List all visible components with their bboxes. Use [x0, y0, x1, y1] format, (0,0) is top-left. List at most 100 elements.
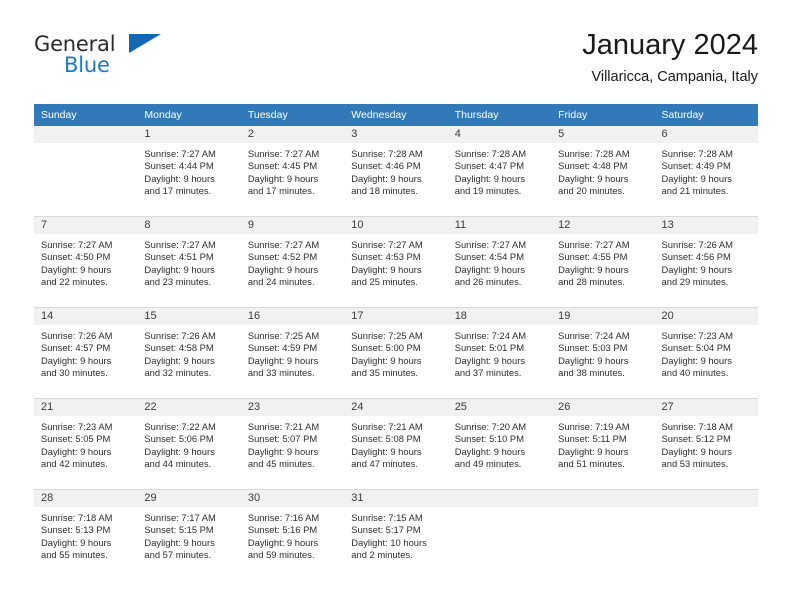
day-info-daylight1: Daylight: 9 hours	[558, 263, 629, 275]
day-info-daylight2: and 17 minutes.	[144, 185, 212, 197]
calendar-cell: 2 Sunrise: 7:27 AM Sunset: 4:45 PM Daylight…	[240, 126, 345, 217]
day-cell[interactable]: 9 Sunrise: 7:27 AM Sunset: 4:52 PM Daylight…	[240, 217, 345, 307]
day-info-daylight2: and 35 minutes.	[351, 367, 418, 379]
day-info: Sunrise: 7:27 AM Sunset: 4:50 PM Daylight:…	[34, 234, 137, 289]
day-info-daylight2: and 23 minutes.	[144, 276, 212, 288]
weekday-header-thursday: Thursday	[447, 104, 552, 126]
day-info: Sunrise: 7:21 AM Sunset: 5:07 PM Daylight:…	[241, 416, 344, 471]
day-cell[interactable]: 13 Sunrise: 7:26 AM Sunset: 4:56 PM Dayligh…	[654, 217, 758, 307]
day-number: 5	[551, 126, 655, 143]
calendar-cell: 29 Sunrise: 7:17 AM Sunset: 5:15 PM Dayligh…	[137, 489, 241, 580]
day-cell[interactable]: 26 Sunrise: 7:19 AM Sunset: 5:11 PM Dayligh…	[551, 399, 655, 489]
day-info: Sunrise: 7:17 AM Sunset: 5:15 PM Daylight:…	[137, 507, 240, 562]
day-number: 7	[34, 217, 138, 234]
day-info-sunrise: Sunrise: 7:28 AM	[351, 148, 423, 159]
day-number	[447, 490, 552, 507]
day-info: Sunrise: 7:27 AM Sunset: 4:53 PM Daylight:…	[344, 234, 447, 289]
day-info-daylight2: and 24 minutes.	[247, 276, 315, 288]
general-blue-logo[interactable]: General Blue	[34, 32, 164, 84]
day-info-sunrise: Sunrise: 7:15 AM	[351, 512, 423, 523]
day-cell[interactable]: 20 Sunrise: 7:23 AM Sunset: 5:04 PM Dayligh…	[654, 308, 758, 398]
day-cell[interactable]: 15 Sunrise: 7:26 AM Sunset: 4:58 PM Dayligh…	[137, 308, 241, 398]
day-info-sunrise: Sunrise: 7:27 AM	[247, 148, 320, 159]
day-info: Sunrise: 7:28 AM Sunset: 4:49 PM Daylight:…	[655, 143, 758, 198]
day-cell[interactable]: 12 Sunrise: 7:27 AM Sunset: 4:55 PM Dayligh…	[551, 217, 655, 307]
calendar-cell: 12 Sunrise: 7:27 AM Sunset: 4:55 PM Dayligh…	[551, 216, 655, 308]
day-cell[interactable]: 18 Sunrise: 7:24 AM Sunset: 5:01 PM Dayligh…	[447, 308, 552, 398]
day-cell[interactable]: 5 Sunrise: 7:28 AM Sunset: 4:48 PM Daylight…	[551, 126, 655, 216]
day-info-daylight2: and 33 minutes.	[247, 367, 315, 379]
weekday-header-wednesday: Wednesday	[344, 104, 448, 126]
day-cell[interactable]: 24 Sunrise: 7:21 AM Sunset: 5:08 PM Dayligh…	[344, 399, 448, 489]
day-info-sunset: Sunset: 4:54 PM	[454, 251, 524, 263]
day-cell[interactable]: 17 Sunrise: 7:25 AM Sunset: 5:00 PM Dayligh…	[344, 308, 448, 398]
title-block: January 2024 Villaricca, Campania, Italy	[582, 28, 758, 88]
day-info-sunset: Sunset: 4:44 PM	[144, 160, 214, 172]
day-info-daylight1: Daylight: 9 hours	[144, 536, 215, 548]
day-cell[interactable]: 19 Sunrise: 7:24 AM Sunset: 5:03 PM Dayligh…	[551, 308, 655, 398]
day-cell[interactable]: 1 Sunrise: 7:27 AM Sunset: 4:44 PM Daylight…	[137, 126, 241, 216]
day-info-sunset: Sunset: 5:12 PM	[661, 433, 731, 445]
day-info-daylight1: Daylight: 9 hours	[41, 263, 112, 275]
day-info-daylight1: Daylight: 9 hours	[144, 354, 215, 366]
day-info-daylight1: Daylight: 9 hours	[558, 354, 629, 366]
day-info-sunrise: Sunrise: 7:27 AM	[558, 239, 630, 250]
day-number: 1	[137, 126, 241, 143]
day-info-sunrise: Sunrise: 7:28 AM	[454, 148, 527, 159]
day-info-sunset: Sunset: 4:45 PM	[247, 160, 318, 172]
day-info-sunset: Sunset: 5:01 PM	[454, 342, 524, 354]
day-cell[interactable]: 28 Sunrise: 7:18 AM Sunset: 5:13 PM Dayligh…	[34, 490, 138, 580]
day-info: Sunrise: 7:27 AM Sunset: 4:55 PM Daylight:…	[551, 234, 654, 289]
day-info-sunset: Sunset: 5:04 PM	[661, 342, 731, 354]
day-info: Sunrise: 7:24 AM Sunset: 5:01 PM Daylight:…	[448, 325, 551, 380]
day-info-daylight1: Daylight: 9 hours	[661, 445, 732, 457]
day-info-sunset: Sunset: 4:55 PM	[558, 251, 628, 263]
day-cell[interactable]: 23 Sunrise: 7:21 AM Sunset: 5:07 PM Dayligh…	[240, 399, 345, 489]
day-cell[interactable]: 2 Sunrise: 7:27 AM Sunset: 4:45 PM Daylight…	[240, 126, 345, 216]
day-cell[interactable]: 31 Sunrise: 7:15 AM Sunset: 5:17 PM Dayligh…	[344, 490, 448, 580]
calendar-header-row: Sunday Monday Tuesday Wednesday Thursday Frid…	[34, 104, 758, 126]
day-cell[interactable]: 22 Sunrise: 7:22 AM Sunset: 5:06 PM Dayligh…	[137, 399, 241, 489]
day-cell[interactable]: 8 Sunrise: 7:27 AM Sunset: 4:51 PM Daylight…	[137, 217, 241, 307]
day-info-daylight2: and 47 minutes.	[351, 458, 418, 470]
day-info-sunrise: Sunrise: 7:23 AM	[41, 421, 113, 432]
day-info-daylight2: and 28 minutes.	[558, 276, 625, 288]
day-info-daylight1: Daylight: 9 hours	[351, 445, 422, 457]
day-info-daylight2: and 2 minutes.	[351, 549, 413, 561]
day-info-daylight2: and 32 minutes.	[144, 367, 212, 379]
day-cell[interactable]: 3 Sunrise: 7:28 AM Sunset: 4:46 PM Daylight…	[344, 126, 448, 216]
day-number: 3	[344, 126, 448, 143]
calendar-cell: 26 Sunrise: 7:19 AM Sunset: 5:11 PM Dayligh…	[551, 398, 655, 490]
day-cell[interactable]: 29 Sunrise: 7:17 AM Sunset: 5:15 PM Dayligh…	[137, 490, 241, 580]
day-info: Sunrise: 7:27 AM Sunset: 4:51 PM Daylight:…	[137, 234, 240, 289]
day-info-sunrise: Sunrise: 7:28 AM	[558, 148, 630, 159]
day-cell[interactable]: 7 Sunrise: 7:27 AM Sunset: 4:50 PM Daylight…	[34, 217, 138, 307]
day-cell[interactable]: 30 Sunrise: 7:16 AM Sunset: 5:16 PM Dayligh…	[240, 490, 345, 580]
day-cell[interactable]: 16 Sunrise: 7:25 AM Sunset: 4:59 PM Dayligh…	[240, 308, 345, 398]
weekday-header-monday: Monday	[137, 104, 241, 126]
day-cell[interactable]: 10 Sunrise: 7:27 AM Sunset: 4:53 PM Dayligh…	[344, 217, 448, 307]
day-number: 2	[240, 126, 345, 143]
day-cell[interactable]: 6 Sunrise: 7:28 AM Sunset: 4:49 PM Daylight…	[654, 126, 758, 216]
day-number: 16	[240, 308, 345, 325]
calendar-cell: 14 Sunrise: 7:26 AM Sunset: 4:57 PM Dayligh…	[34, 307, 138, 399]
day-number: 24	[344, 399, 448, 416]
day-number: 26	[551, 399, 655, 416]
day-info: Sunrise: 7:27 AM Sunset: 4:52 PM Daylight:…	[241, 234, 344, 289]
day-cell[interactable]: 14 Sunrise: 7:26 AM Sunset: 4:57 PM Dayligh…	[34, 308, 138, 398]
day-number: 12	[551, 217, 655, 234]
day-info: Sunrise: 7:26 AM Sunset: 4:58 PM Daylight:…	[137, 325, 240, 380]
day-info: Sunrise: 7:25 AM Sunset: 5:00 PM Daylight:…	[344, 325, 447, 380]
day-info-sunset: Sunset: 5:17 PM	[351, 524, 421, 536]
day-info-daylight2: and 40 minutes.	[661, 367, 729, 379]
day-cell[interactable]: 21 Sunrise: 7:23 AM Sunset: 5:05 PM Dayligh…	[34, 399, 138, 489]
day-info-daylight2: and 51 minutes.	[558, 458, 625, 470]
day-info-sunset: Sunset: 4:56 PM	[661, 251, 731, 263]
day-cell[interactable]: 25 Sunrise: 7:20 AM Sunset: 5:10 PM Dayligh…	[447, 399, 552, 489]
day-info-daylight2: and 49 minutes.	[454, 458, 522, 470]
day-cell-empty	[34, 126, 138, 216]
day-cell[interactable]: 27 Sunrise: 7:18 AM Sunset: 5:12 PM Dayligh…	[654, 399, 758, 489]
day-info-daylight2: and 18 minutes.	[351, 185, 418, 197]
day-cell[interactable]: 11 Sunrise: 7:27 AM Sunset: 4:54 PM Dayligh…	[447, 217, 552, 307]
day-cell[interactable]: 4 Sunrise: 7:28 AM Sunset: 4:47 PM Daylight…	[447, 126, 552, 216]
